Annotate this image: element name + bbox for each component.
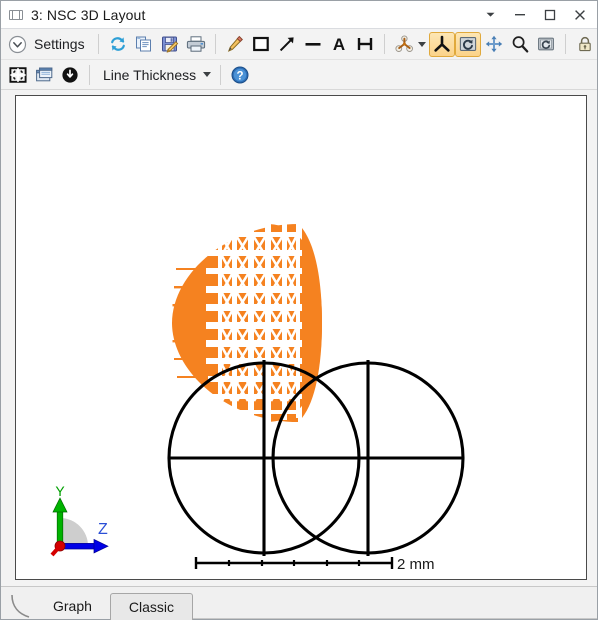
help-button[interactable]: ? <box>227 62 253 87</box>
refresh-icon <box>110 37 125 51</box>
layout-drawing: 2 mm Y Z <box>50 218 465 573</box>
axis-indicator-shade <box>60 518 88 546</box>
layout-canvas[interactable]: 2 mm Y Z <box>15 95 587 580</box>
layers-window-icon <box>36 67 53 81</box>
axis-y-arrow <box>52 497 68 513</box>
draw-rectangle-button[interactable] <box>248 32 274 57</box>
close-button[interactable] <box>565 2 595 28</box>
toolbar-separator <box>89 64 90 85</box>
tripod-shaded-icon <box>395 35 413 52</box>
pencil-icon <box>227 35 243 52</box>
printer-icon <box>186 36 205 52</box>
tripod-icon <box>433 35 450 52</box>
maximize-button[interactable] <box>535 2 565 28</box>
refresh-button[interactable] <box>105 32 131 57</box>
pan-button[interactable] <box>481 32 507 57</box>
save-disk-icon <box>161 36 178 53</box>
copy-button[interactable] <box>131 32 157 57</box>
layout-window-icon <box>8 7 24 23</box>
zoom-button[interactable] <box>507 32 533 57</box>
draw-arrow-button[interactable] <box>274 32 300 57</box>
nsc-3d-layout-window: 3: NSC 3D Layout Settings A Line Thickne… <box>0 0 598 620</box>
magnifier-icon <box>512 36 528 53</box>
tab-graph-label: Graph <box>53 598 92 614</box>
square-icon <box>252 36 269 52</box>
view-orientation-button[interactable] <box>391 32 429 57</box>
fit-window-button[interactable] <box>5 62 31 87</box>
reset-view-button[interactable] <box>533 32 559 57</box>
line-icon <box>305 43 321 46</box>
reset-view-icon <box>537 37 554 51</box>
clock-button[interactable] <box>57 62 83 87</box>
question-circle-icon: ? <box>231 66 249 83</box>
svg-text:A: A <box>332 35 344 54</box>
toolbar-separator <box>564 34 566 54</box>
dimension-h-icon <box>357 38 372 50</box>
chevron-down-circle-icon <box>8 35 27 53</box>
copy-icon <box>135 36 151 52</box>
clock-down-icon <box>62 66 78 83</box>
scale-bar: 2 mm <box>194 556 435 573</box>
rotate-button[interactable] <box>454 31 481 57</box>
line-thickness-label: Line Thickness <box>103 66 197 83</box>
titlebar-dropdown-button[interactable] <box>475 2 505 28</box>
dome-rim <box>302 228 322 418</box>
chevron-down-icon <box>203 72 212 77</box>
rotate-icon <box>459 37 476 51</box>
padlock-icon <box>578 36 591 52</box>
title-bar: 3: NSC 3D Layout <box>1 1 597 29</box>
axis-y-label: Y <box>55 483 65 499</box>
arrow-diagonal-icon <box>279 37 294 52</box>
tab-classic-label: Classic <box>128 599 175 615</box>
axis-z-label: Z <box>98 521 108 538</box>
lock-button[interactable] <box>572 32 598 57</box>
line-thickness-dropdown[interactable]: Line Thickness <box>96 62 214 87</box>
axis-indicator: Y Z <box>50 483 109 557</box>
settings-label: Settings <box>34 36 85 52</box>
secondary-toolbar: Line Thickness ? <box>1 60 597 90</box>
toolbar-separator <box>220 64 222 85</box>
tab-graph[interactable]: Graph <box>35 593 110 619</box>
axis-tripod-button[interactable] <box>428 31 455 57</box>
window-title: 3: NSC 3D Layout <box>31 6 146 23</box>
tab-curl-icon <box>11 594 30 618</box>
toolbar-separator <box>214 34 216 54</box>
text-annotation-button[interactable]: A <box>326 32 352 57</box>
dimension-button[interactable] <box>352 32 378 57</box>
view-orientation-caret-icon <box>417 41 426 47</box>
bottom-tabstrip: Graph Classic <box>1 586 597 620</box>
canvas-container: 2 mm Y Z <box>1 90 597 586</box>
minimize-button[interactable] <box>505 2 535 28</box>
print-button[interactable] <box>183 32 209 57</box>
annotate-pen-button[interactable] <box>222 32 248 57</box>
settings-button[interactable]: Settings <box>5 32 92 57</box>
letter-a-icon: A <box>332 35 344 54</box>
layers-button[interactable] <box>31 62 57 87</box>
pan-arrows-icon <box>485 35 502 53</box>
primary-toolbar: Settings A <box>1 29 597 60</box>
tab-classic[interactable]: Classic <box>109 593 194 620</box>
fit-window-icon <box>9 66 27 83</box>
draw-line-button[interactable] <box>300 32 326 57</box>
axis-z-arrow <box>93 538 109 554</box>
svg-text:?: ? <box>237 70 244 82</box>
scale-bar-label: 2 mm <box>397 556 435 573</box>
toolbar-separator <box>383 34 385 54</box>
save-button[interactable] <box>157 32 183 57</box>
toolbar-separator <box>97 34 99 54</box>
tabstrip-filler <box>193 592 597 619</box>
